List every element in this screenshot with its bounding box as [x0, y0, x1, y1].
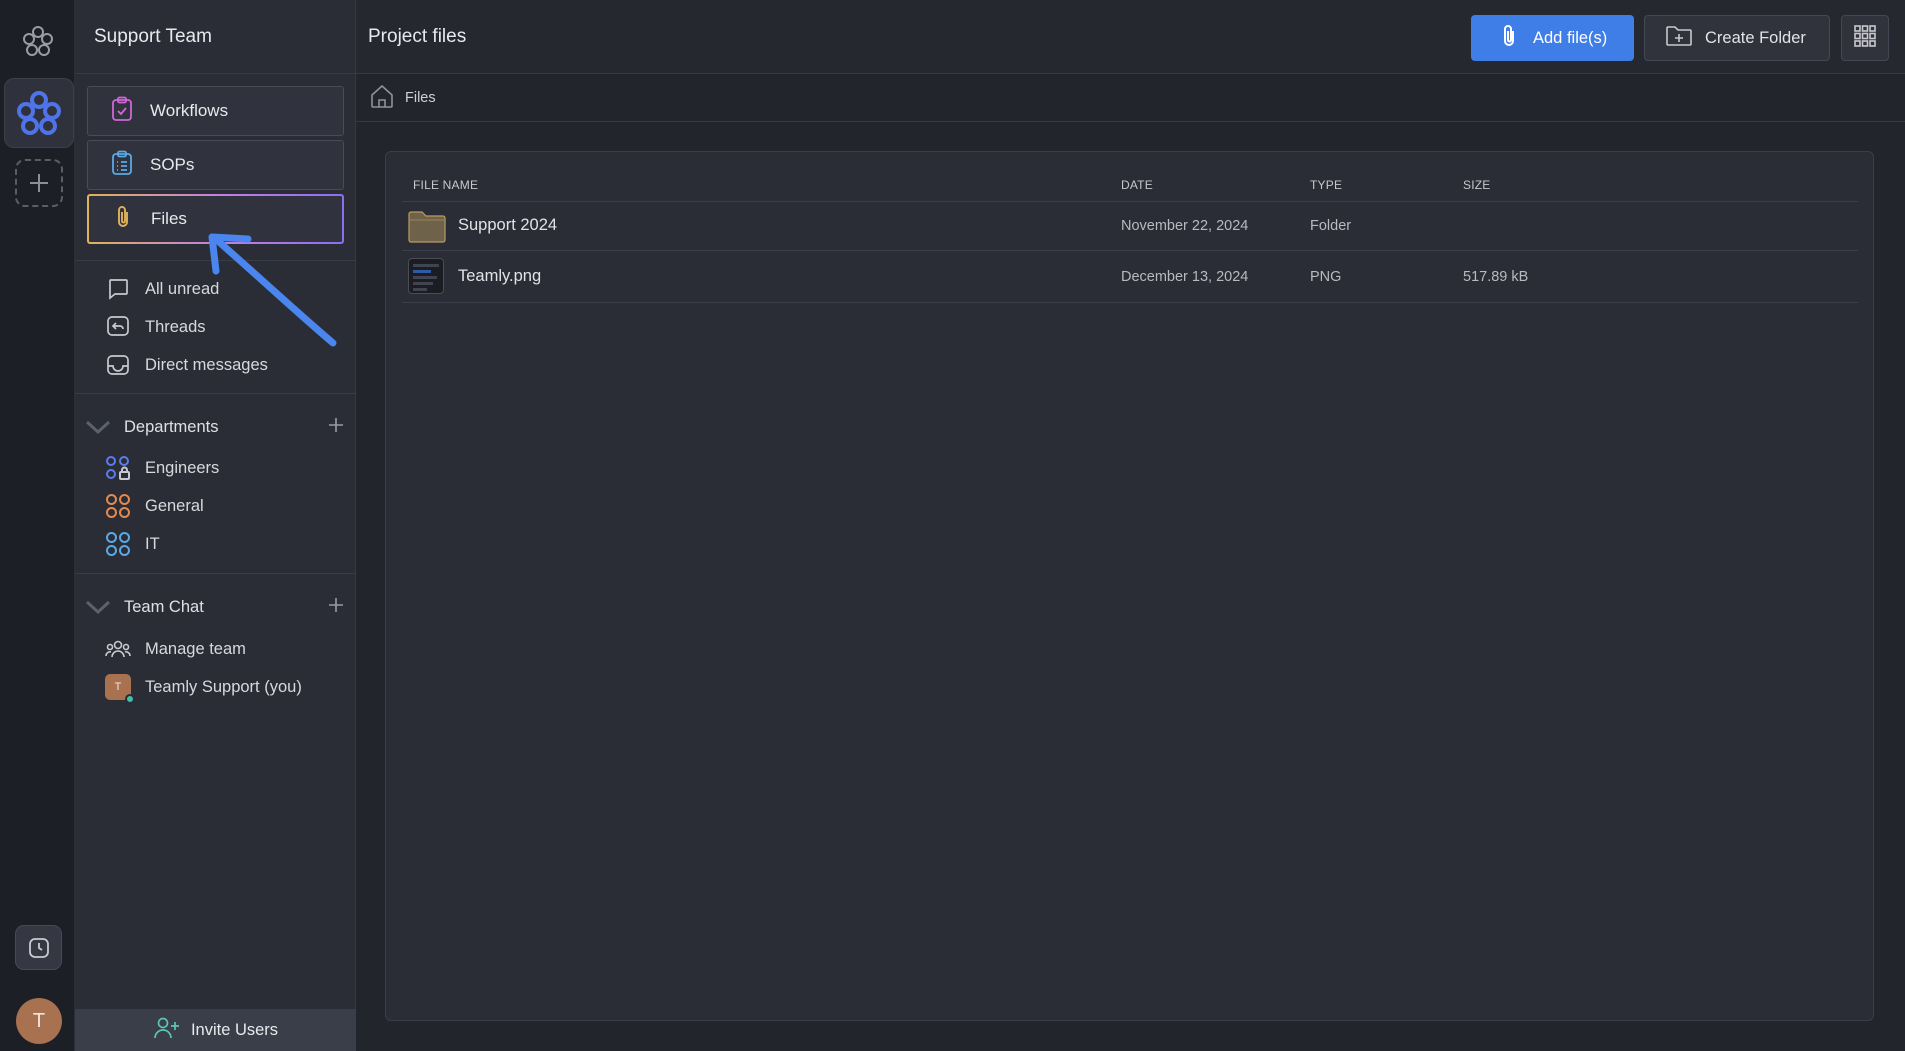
sidebar-item-label: Teamly Support (you)	[145, 677, 302, 696]
sidebar-item-engineers[interactable]: Engineers	[105, 454, 219, 482]
nav-workflows[interactable]: Workflows	[87, 86, 344, 136]
chevron-down-icon[interactable]	[85, 419, 113, 435]
column-type[interactable]: TYPE	[1310, 178, 1342, 192]
table-row[interactable]: Support 2024 November 22, 2024 Folder	[402, 202, 1858, 251]
threads-icon	[105, 314, 131, 340]
files-table: FILE NAME DATE TYPE SIZE Support 2024 No…	[385, 151, 1874, 1021]
file-name[interactable]: Support 2024	[458, 216, 557, 235]
grid-view-button[interactable]	[1841, 15, 1889, 61]
create-folder-button[interactable]: Create Folder	[1644, 15, 1830, 61]
column-file-name[interactable]: FILE NAME	[413, 178, 478, 192]
column-size[interactable]: SIZE	[1463, 178, 1490, 192]
file-name[interactable]: Teamly.png	[458, 267, 541, 286]
sidebar-item-label: IT	[145, 534, 160, 553]
team-name: Support Team	[75, 0, 355, 74]
sidebar-item-label: General	[145, 496, 204, 515]
add-chat-icon[interactable]	[327, 596, 345, 619]
chat-bubble-icon	[105, 276, 131, 302]
home-icon[interactable]	[369, 83, 395, 113]
file-type: Folder	[1310, 218, 1352, 234]
add-files-button[interactable]: Add file(s)	[1471, 15, 1634, 61]
sidebar: Support Team Workflows SOPs Files All un…	[75, 0, 356, 1051]
departments-header[interactable]: Departments	[85, 412, 345, 442]
image-thumbnail	[408, 258, 444, 294]
main-content: Project files Add file(s) Create Folder	[356, 0, 1905, 1051]
private-channel-icon	[105, 455, 131, 481]
divider	[75, 573, 356, 574]
sidebar-item-manage-team[interactable]: Manage team	[105, 635, 246, 663]
clipboard-list-icon	[110, 150, 134, 181]
grid-icon	[1853, 24, 1877, 53]
page-title: Project files	[368, 25, 467, 47]
sidebar-item-label: Threads	[145, 317, 206, 336]
nav-sops-label: SOPs	[150, 155, 195, 174]
folder-plus-icon	[1665, 24, 1693, 53]
invite-users-label: Invite Users	[190, 1020, 279, 1039]
clock-icon[interactable]	[15, 925, 62, 970]
channel-icon	[105, 531, 131, 557]
sidebar-item-label: Engineers	[145, 458, 220, 477]
invite-users-button[interactable]: Invite Users	[75, 1009, 356, 1051]
breadcrumb: Files	[356, 74, 1905, 122]
avatar: T	[105, 674, 135, 704]
team-chat-title: Team Chat	[124, 597, 204, 616]
add-user-icon	[153, 1016, 181, 1045]
paperclip-icon	[1499, 23, 1519, 54]
online-status-icon	[125, 694, 135, 704]
chevron-down-icon[interactable]	[85, 599, 113, 615]
file-type: PNG	[1310, 269, 1342, 285]
sidebar-item-threads[interactable]: Threads	[105, 313, 206, 341]
file-date: November 22, 2024	[1121, 218, 1249, 234]
avatar-initial: T	[114, 681, 122, 693]
nav-sops[interactable]: SOPs	[87, 140, 344, 190]
teamly-logo-icon[interactable]	[22, 24, 54, 60]
nav-workflows-label: Workflows	[150, 101, 229, 120]
sidebar-item-it[interactable]: IT	[105, 530, 160, 558]
nav-files-label: Files	[151, 209, 187, 228]
paperclip-icon	[111, 204, 135, 235]
breadcrumb-current[interactable]: Files	[405, 90, 436, 106]
team-icon	[105, 636, 131, 662]
app: T Support Team Workflows SOPs Files All …	[0, 0, 1905, 1051]
table-row[interactable]: Teamly.png December 13, 2024 PNG 517.89 …	[402, 251, 1858, 303]
table-header: FILE NAME DATE TYPE SIZE	[402, 164, 1858, 202]
departments-title: Departments	[124, 417, 219, 436]
file-size: 517.89 kB	[1463, 269, 1529, 285]
add-files-label: Add file(s)	[1533, 28, 1608, 47]
channel-icon	[105, 493, 131, 519]
workspace-support-team[interactable]	[4, 78, 74, 148]
divider	[75, 393, 356, 394]
clipboard-check-icon	[110, 96, 134, 127]
create-folder-label: Create Folder	[1705, 28, 1806, 47]
add-workspace-button[interactable]	[15, 159, 63, 207]
user-avatar[interactable]: T	[16, 998, 62, 1044]
team-chat-header[interactable]: Team Chat	[85, 592, 345, 622]
sidebar-item-general[interactable]: General	[105, 492, 204, 520]
file-date: December 13, 2024	[1121, 269, 1249, 285]
workspace-rail: T	[0, 0, 75, 1051]
folder-icon	[408, 208, 446, 248]
add-department-icon[interactable]	[327, 416, 345, 439]
annotation-arrow-icon	[200, 225, 350, 360]
inbox-icon	[105, 352, 131, 378]
sidebar-item-self-dm[interactable]: T Teamly Support (you)	[105, 673, 302, 704]
sidebar-item-label: Manage team	[145, 639, 246, 658]
column-date[interactable]: DATE	[1121, 178, 1153, 192]
